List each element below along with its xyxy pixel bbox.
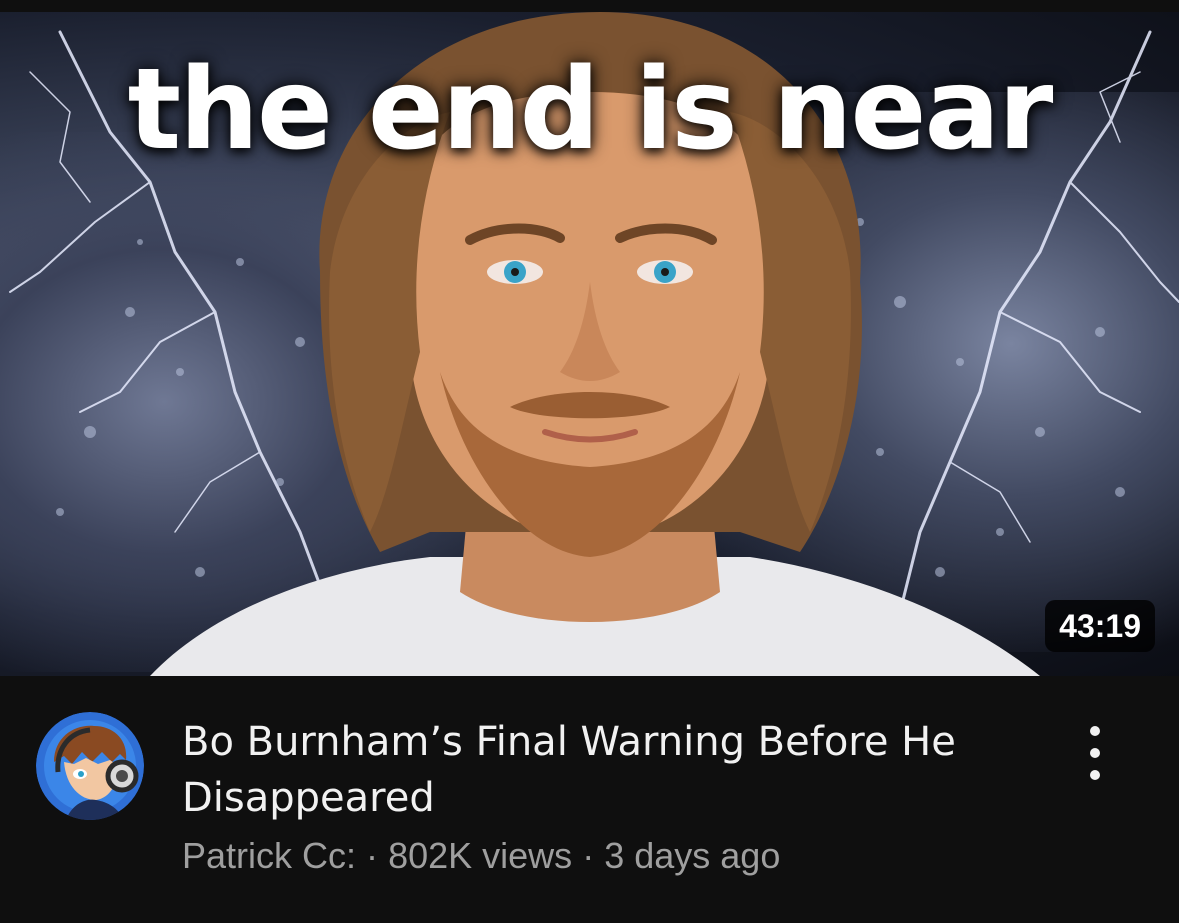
channel-avatar[interactable]	[36, 712, 144, 820]
video-card[interactable]: the end is near 43:19 Bo Burnham’s Final…	[0, 0, 1179, 923]
duration-badge: 43:19	[1045, 600, 1155, 652]
thumbnail-overlay-text: the end is near	[127, 45, 1054, 175]
video-details: Bo Burnham’s Final Warning Before He Dis…	[0, 676, 1179, 923]
channel-name[interactable]: Patrick Cc:	[182, 835, 356, 876]
more-options-button[interactable]	[1070, 720, 1120, 786]
more-vertical-icon-dot	[1090, 770, 1100, 780]
video-title[interactable]: Bo Burnham’s Final Warning Before He Dis…	[182, 714, 1042, 826]
avatar-illustration	[36, 712, 144, 820]
more-vertical-icon-dot	[1090, 748, 1100, 758]
upload-age: 3 days ago	[604, 835, 781, 876]
more-vertical-icon	[1090, 726, 1100, 736]
video-metadata: Patrick Cc: · 802K views · 3 days ago	[182, 834, 780, 878]
video-thumbnail[interactable]: the end is near 43:19	[0, 12, 1179, 676]
meta-separator: ·	[366, 835, 379, 876]
view-count: 802K views	[388, 835, 573, 876]
meta-separator: ·	[582, 835, 595, 876]
